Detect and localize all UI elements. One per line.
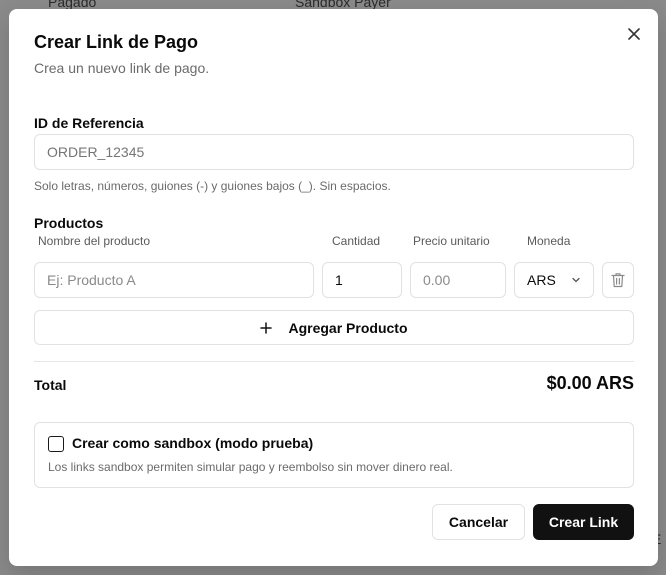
reference-id-label: ID de Referencia [34,115,144,131]
column-header-quantity: Cantidad [332,234,381,248]
close-icon [628,28,640,40]
add-product-button[interactable]: Agregar Producto [34,310,634,345]
product-name-input[interactable]: Ej: Producto A [34,262,314,298]
sandbox-description: Los links sandbox permiten simular pago … [48,460,453,474]
column-header-name: Nombre del producto [38,234,151,248]
dialog-title: Crear Link de Pago [34,32,199,52]
product-quantity-input[interactable]: 1 [322,262,402,298]
create-payment-link-dialog: Crear Link de Pago Crea un nuevo link de… [9,9,658,566]
dialog-subtitle: Crea un nuevo link de pago. [34,60,210,76]
sandbox-label[interactable]: Crear como sandbox (modo prueba) [72,435,313,451]
reference-id-input[interactable] [34,134,634,170]
chevron-down-icon [572,277,580,283]
currency-select[interactable]: ARS [514,262,594,298]
section-divider [34,361,634,362]
add-product-label: Agregar Producto [288,319,408,336]
sandbox-checkbox[interactable] [48,436,64,452]
total-value: $0.00 ARS [546,373,634,393]
plus-icon [260,321,273,334]
delete-product-button[interactable] [602,262,634,298]
sandbox-option-card: Crear como sandbox (modo prueba) Los lin… [34,422,634,488]
products-label: Productos [34,215,104,231]
create-link-button[interactable]: Crear Link [533,504,634,540]
trash-icon [611,273,625,288]
column-header-unit-price: Precio unitario [413,234,490,248]
total-label: Total [34,377,67,393]
cancel-button[interactable]: Cancelar [432,504,525,540]
column-header-currency: Moneda [527,234,571,248]
close-button[interactable] [625,25,643,43]
currency-select-value: ARS [527,272,556,288]
reference-id-hint: Solo letras, números, guiones (-) y guio… [34,179,391,193]
product-price-input[interactable]: 0.00 [410,262,506,298]
